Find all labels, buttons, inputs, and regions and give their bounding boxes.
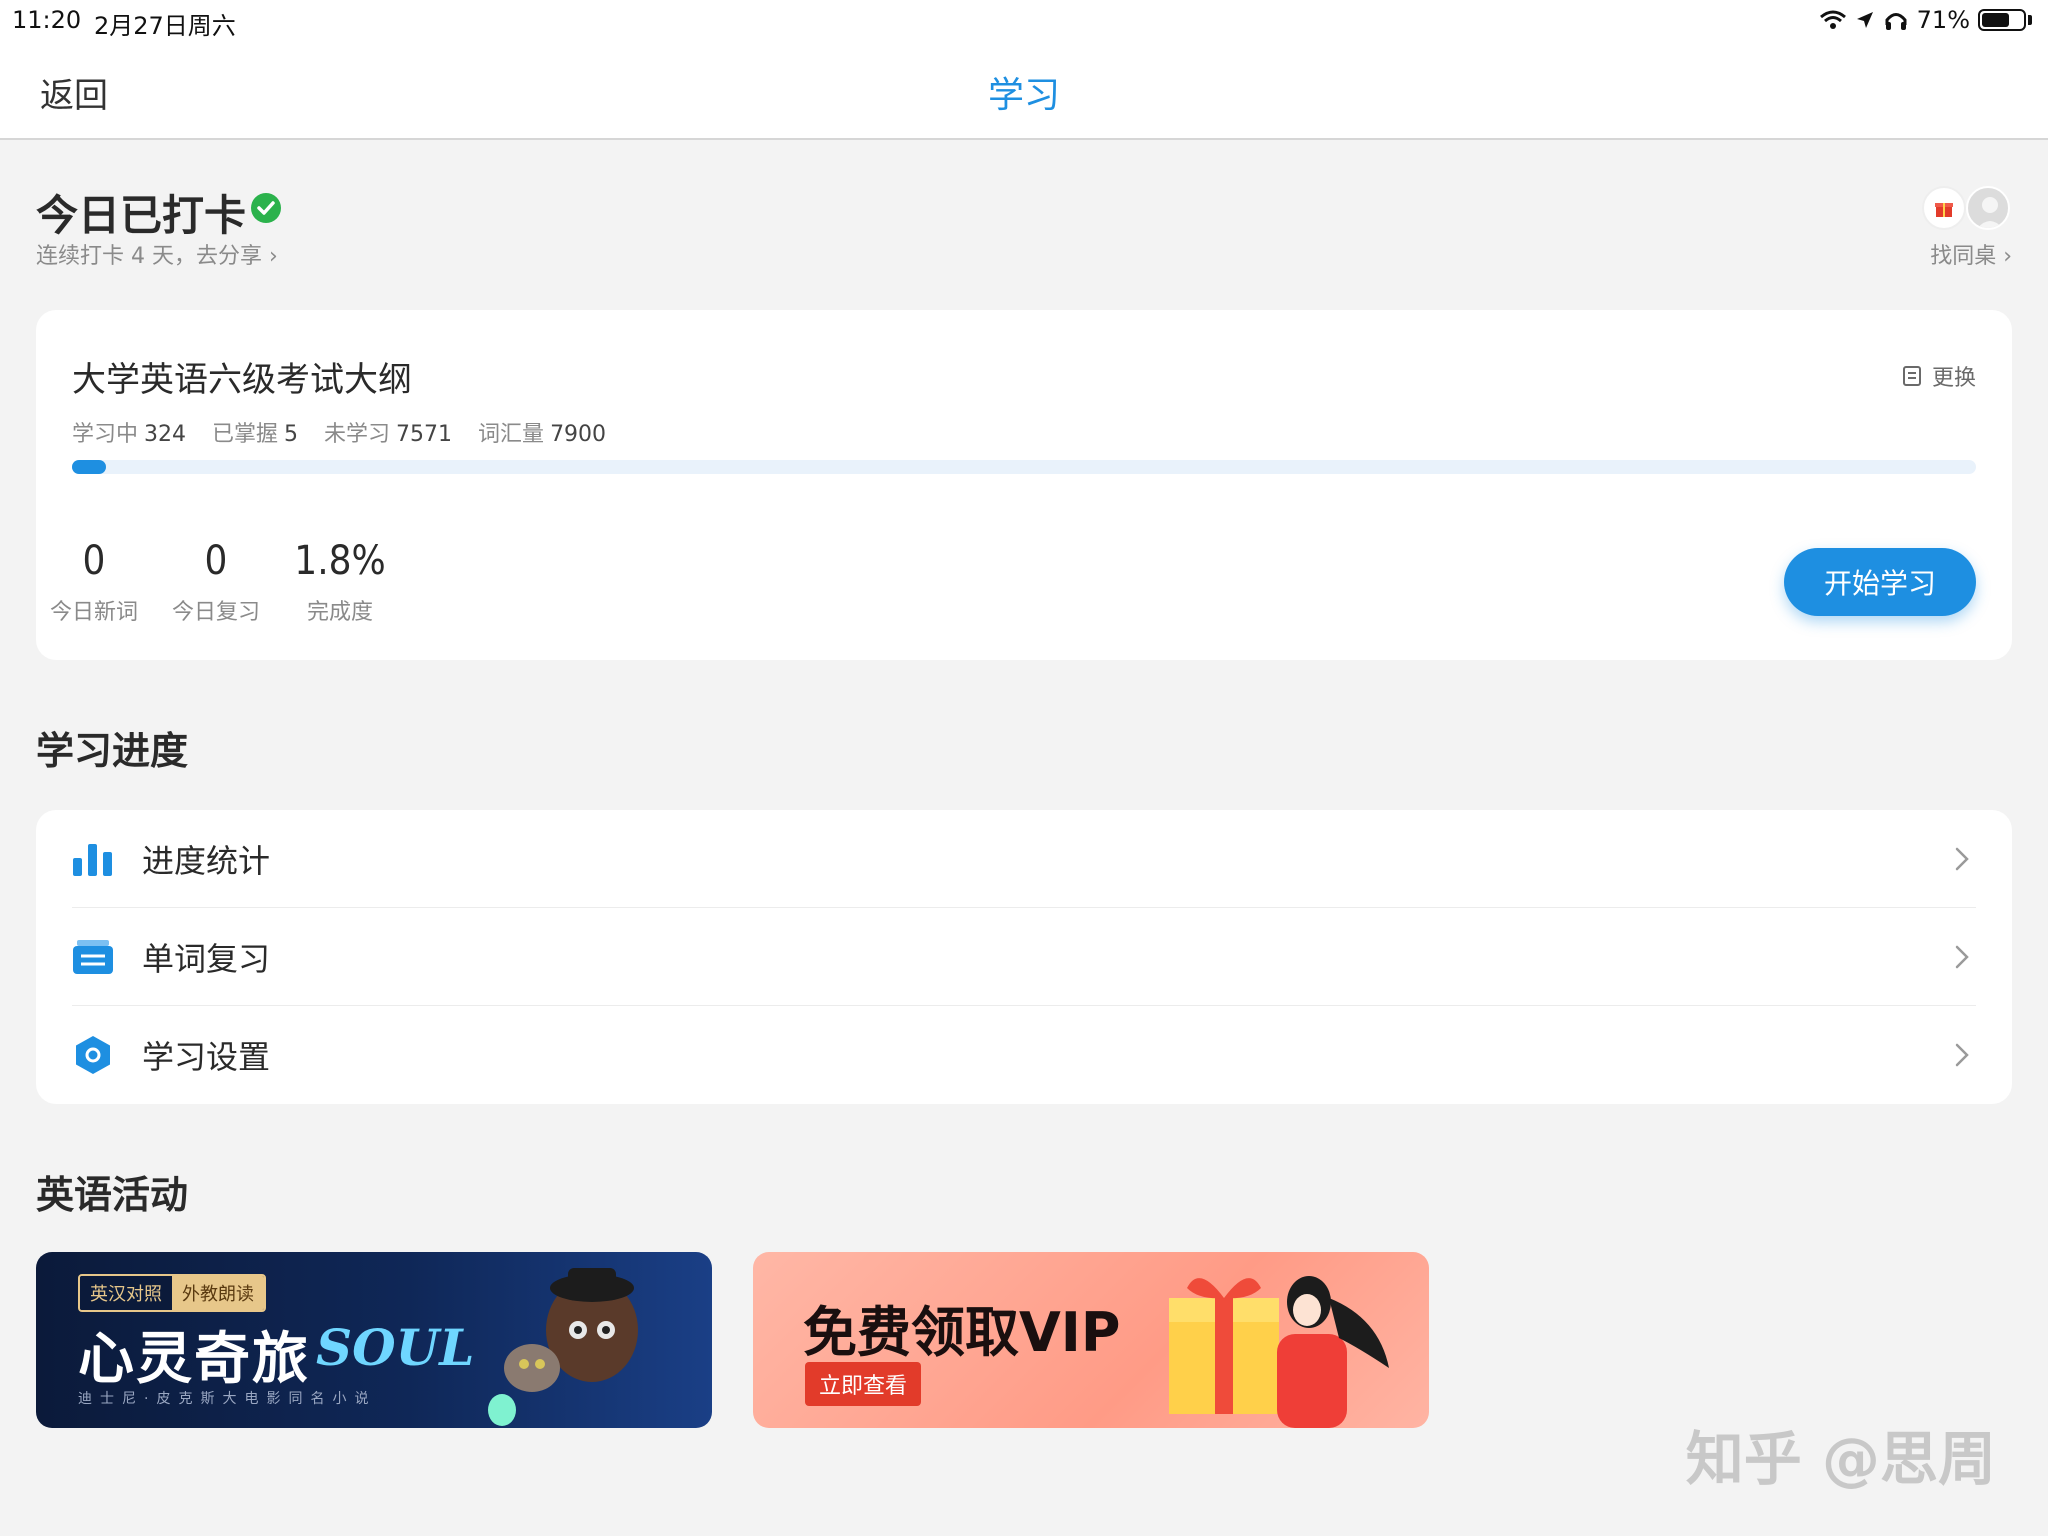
book-icon bbox=[1902, 366, 1921, 386]
soul-logo: SOUL bbox=[316, 1318, 475, 1377]
progress-bar-fill bbox=[72, 460, 107, 474]
menu-item-label: 学习设置 bbox=[142, 1038, 271, 1076]
wordbook-stats: 学习中 324 已掌握 5 未学习 7571 词汇量 7900 bbox=[72, 416, 606, 448]
metric-review-label: 今日复习 bbox=[171, 600, 260, 625]
bar-chart-icon bbox=[72, 838, 114, 880]
soul-title: 心灵奇旅 bbox=[78, 1327, 310, 1392]
progress-section-title: 学习进度 bbox=[36, 729, 189, 773]
chevron-right-icon bbox=[1955, 847, 1969, 871]
vip-title: 免费领取VIP bbox=[803, 1301, 1121, 1364]
soul-subtitle: 迪士尼·皮克斯大电影同名小说 bbox=[78, 1391, 377, 1407]
tag-bilingual: 英汉对照 bbox=[80, 1276, 172, 1310]
stat-vocabulary: 词汇量 7900 bbox=[478, 422, 607, 447]
wordbook-title: 大学英语六级考试大纲 bbox=[72, 360, 412, 400]
battery-percent: 71% bbox=[1916, 6, 1970, 34]
progress-menu: 进度统计 单词复习 学习设置 bbox=[36, 810, 2012, 1104]
user-icon bbox=[1977, 197, 2003, 228]
deskmate-avatars[interactable] bbox=[1922, 186, 2010, 230]
page-title: 学习 bbox=[987, 75, 1060, 116]
stat-unlearned: 未学习 7571 bbox=[324, 422, 453, 447]
soul-banner[interactable]: 英汉对照 外教朗读 心灵奇旅 SOUL 迪士尼·皮克斯大电影同名小说 bbox=[36, 1252, 712, 1428]
find-deskmate-link[interactable]: 找同桌 › bbox=[1930, 238, 2012, 270]
progress-bar bbox=[72, 460, 1976, 474]
cards-icon bbox=[72, 936, 114, 978]
location-icon bbox=[1856, 12, 1873, 28]
battery-level bbox=[1982, 13, 2010, 27]
avatar bbox=[1966, 186, 2010, 230]
metric-completion-value: 1.8% bbox=[294, 538, 386, 584]
vip-view-button[interactable]: 立即查看 bbox=[805, 1362, 922, 1406]
menu-item-word-review[interactable]: 单词复习 bbox=[72, 908, 1976, 1006]
battery-icon bbox=[1978, 9, 2026, 31]
metric-review-value: 0 bbox=[204, 538, 228, 584]
metric-completion-label: 完成度 bbox=[306, 600, 373, 625]
movie-characters-illustration bbox=[488, 1268, 638, 1426]
checkin-title: 今日已打卡 bbox=[36, 191, 247, 240]
change-book-label: 更换 bbox=[1931, 366, 1976, 391]
gift-box-illustration bbox=[1169, 1276, 1389, 1428]
status-indicators: 71% bbox=[1819, 6, 2032, 34]
watermark: 知乎 @思周 bbox=[1685, 1425, 1996, 1493]
metric-completion: 1.8% 完成度 bbox=[280, 538, 400, 626]
headphones-icon bbox=[1885, 13, 1907, 30]
wordbook-card: 大学英语六级考试大纲 更换 学习中 324 已掌握 5 未学习 7571 词汇量 790… bbox=[36, 310, 2012, 660]
gift-icon bbox=[1935, 203, 1953, 217]
settings-hexagon-icon bbox=[72, 1034, 114, 1076]
metric-review: 0 今日复习 bbox=[156, 538, 276, 626]
battery-cap bbox=[2028, 15, 2032, 25]
activity-section-title: 英语活动 bbox=[36, 1173, 189, 1217]
menu-item-study-settings[interactable]: 学习设置 bbox=[72, 1006, 1976, 1104]
vip-banner[interactable]: 免费领取VIP 立即查看 bbox=[753, 1252, 1429, 1428]
tag-native-reading: 外教朗读 bbox=[172, 1276, 264, 1310]
menu-item-label: 进度统计 bbox=[142, 842, 271, 880]
menu-item-label: 单词复习 bbox=[142, 940, 271, 978]
metric-new-words-value: 0 bbox=[82, 538, 106, 584]
stat-learning: 学习中 324 bbox=[72, 422, 187, 447]
start-learning-button[interactable]: 开始学习 bbox=[1784, 548, 1976, 616]
change-book-button[interactable]: 更换 bbox=[1902, 360, 1976, 392]
status-time: 11:20 bbox=[12, 6, 82, 34]
status-date: 2月27日周六 bbox=[94, 12, 236, 40]
chevron-right-icon bbox=[1955, 945, 1969, 969]
check-circle-icon bbox=[251, 193, 281, 223]
metric-new-words-label: 今日新词 bbox=[49, 600, 138, 625]
menu-item-progress-stats[interactable]: 进度统计 bbox=[72, 810, 1976, 908]
share-streak-link[interactable]: 连续打卡 4 天，去分享 › bbox=[36, 238, 278, 270]
chevron-right-icon bbox=[1955, 1043, 1969, 1067]
top-bar: 11:20 2月27日周六 71% 返回 学习 bbox=[0, 0, 2048, 140]
soul-tags: 英汉对照 外教朗读 bbox=[78, 1274, 266, 1312]
metric-new-words: 0 今日新词 bbox=[34, 538, 154, 626]
gift-avatar bbox=[1922, 186, 1966, 230]
stat-mastered: 已掌握 5 bbox=[212, 422, 299, 447]
wifi-icon bbox=[1819, 10, 1846, 29]
